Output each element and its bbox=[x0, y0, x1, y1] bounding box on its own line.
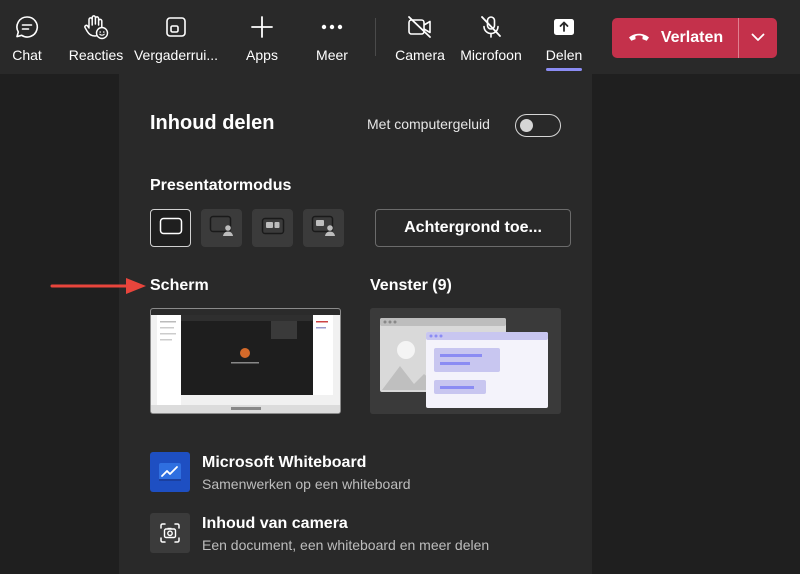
breakout-rooms-label: Vergaderrui... bbox=[133, 47, 219, 63]
share-icon bbox=[549, 12, 579, 42]
leave-options-button[interactable] bbox=[739, 18, 777, 58]
panel-title: Inhoud delen bbox=[150, 112, 275, 134]
reactions-label: Reacties bbox=[68, 47, 124, 63]
meeting-toolbar: Chat Reacties Vergaderrui... Apps Meer C… bbox=[0, 0, 800, 74]
more-label: Meer bbox=[316, 47, 348, 63]
chat-button[interactable]: Chat bbox=[6, 0, 48, 74]
presenter-mode-content-only[interactable] bbox=[150, 209, 191, 247]
presenter-mode-heading: Presentatormodus bbox=[150, 177, 292, 194]
side-by-side-icon bbox=[261, 217, 285, 240]
reactions-button[interactable]: Reacties bbox=[68, 0, 124, 74]
apps-button[interactable]: Apps bbox=[240, 0, 284, 74]
leave-button-group: Verlaten bbox=[612, 18, 777, 58]
presenter-mode-side-by-side[interactable] bbox=[252, 209, 293, 247]
leave-label: Verlaten bbox=[660, 29, 724, 46]
window-heading: Venster (9) bbox=[370, 277, 452, 294]
add-background-button[interactable]: Achtergrond toe... bbox=[375, 209, 571, 247]
screen-heading: Scherm bbox=[150, 277, 209, 294]
plus-icon bbox=[247, 12, 277, 42]
window-preview-image bbox=[370, 308, 561, 414]
share-button[interactable]: Delen bbox=[542, 0, 586, 74]
presenter-mode-standout[interactable] bbox=[201, 209, 242, 247]
rooms-icon bbox=[161, 12, 191, 42]
content-only-icon bbox=[159, 217, 183, 240]
hand-raise-icon bbox=[81, 12, 111, 42]
standout-icon bbox=[209, 215, 235, 242]
toggle-knob bbox=[520, 118, 533, 132]
breakout-rooms-button[interactable]: Vergaderrui... bbox=[134, 0, 218, 74]
camera-content-option[interactable]: Inhoud van camera Een document, een whit… bbox=[150, 513, 570, 557]
more-icon bbox=[317, 12, 347, 42]
leave-button[interactable]: Verlaten bbox=[612, 18, 738, 58]
toolbar-divider bbox=[375, 18, 376, 56]
annotation-arrow-icon bbox=[50, 278, 146, 294]
camera-label: Camera bbox=[395, 47, 445, 63]
hang-up-icon bbox=[627, 29, 651, 48]
microphone-button[interactable]: Microfoon bbox=[458, 0, 524, 74]
mic-off-icon bbox=[476, 12, 506, 42]
share-content-panel: Inhoud delen Met computergeluid Presenta… bbox=[119, 74, 592, 574]
screen-share-thumbnail[interactable] bbox=[150, 308, 341, 414]
chat-icon bbox=[12, 12, 42, 42]
computer-audio-label: Met computergeluid bbox=[367, 116, 490, 132]
microphone-label: Microfoon bbox=[460, 47, 522, 63]
presenter-mode-reporter[interactable] bbox=[303, 209, 344, 247]
share-label: Delen bbox=[545, 47, 583, 63]
chat-label: Chat bbox=[12, 47, 42, 63]
camera-content-title: Inhoud van camera bbox=[202, 515, 348, 532]
window-share-thumbnail[interactable] bbox=[370, 308, 561, 414]
camera-content-description: Een document, een whiteboard en meer del… bbox=[202, 537, 490, 553]
whiteboard-icon bbox=[150, 452, 190, 492]
camera-off-icon bbox=[405, 12, 435, 42]
screen-preview-image bbox=[151, 309, 340, 413]
active-tab-indicator bbox=[546, 68, 582, 71]
more-button[interactable]: Meer bbox=[310, 0, 354, 74]
camera-content-icon bbox=[150, 513, 190, 553]
whiteboard-title: Microsoft Whiteboard bbox=[202, 454, 367, 471]
reporter-icon bbox=[311, 215, 337, 242]
apps-label: Apps bbox=[246, 47, 278, 63]
whiteboard-option[interactable]: Microsoft Whiteboard Samenwerken op een … bbox=[150, 452, 570, 496]
computer-audio-toggle[interactable] bbox=[515, 114, 561, 137]
chevron-down-icon bbox=[751, 29, 765, 47]
whiteboard-description: Samenwerken op een whiteboard bbox=[202, 476, 411, 492]
camera-button[interactable]: Camera bbox=[394, 0, 446, 74]
